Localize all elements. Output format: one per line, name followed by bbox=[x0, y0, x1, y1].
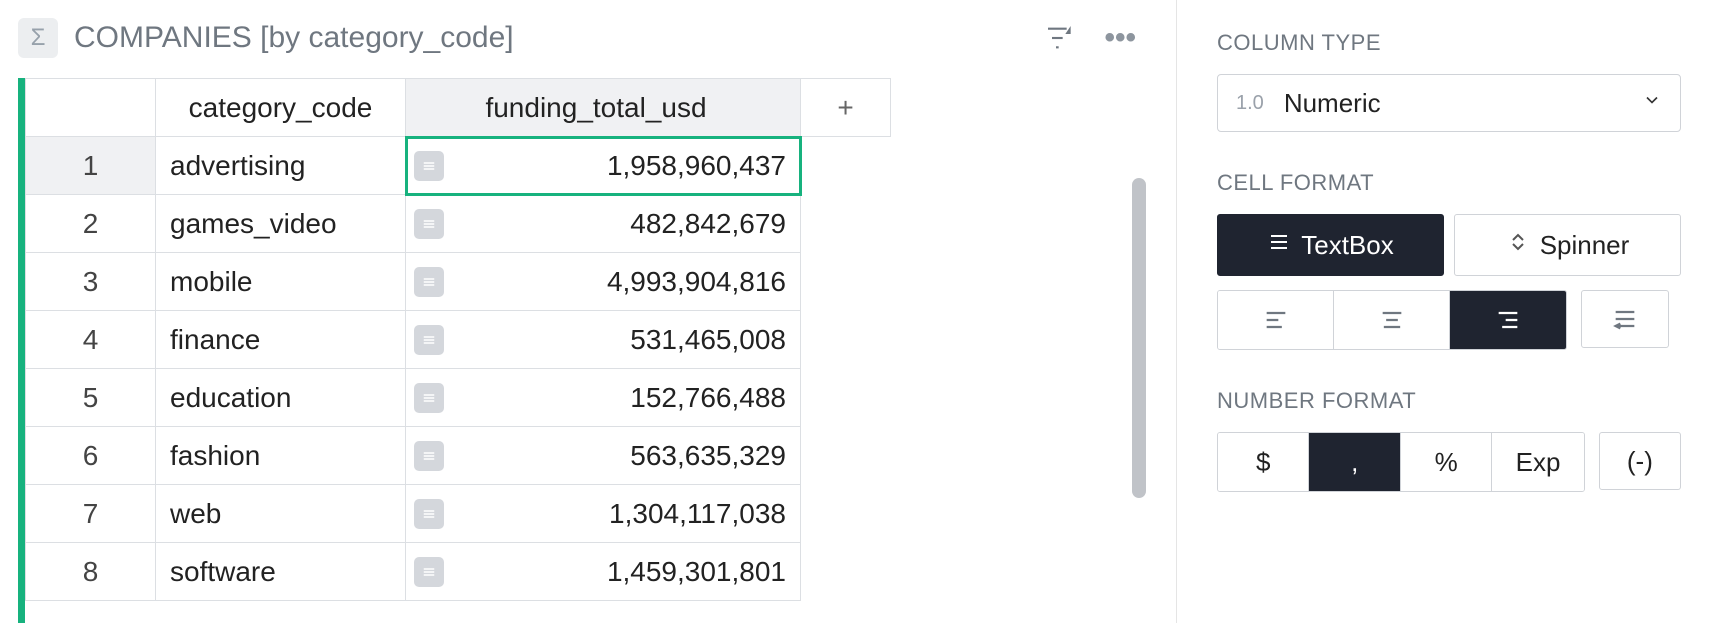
cell-category[interactable]: fashion bbox=[156, 427, 406, 485]
table-row[interactable]: 1advertising1,958,960,437 bbox=[26, 137, 891, 195]
cell-funding[interactable]: 1,304,117,038 bbox=[406, 485, 801, 543]
column-header-category[interactable]: category_code bbox=[156, 79, 406, 137]
table-row[interactable]: 5education152,766,488 bbox=[26, 369, 891, 427]
row-number[interactable]: 6 bbox=[26, 427, 156, 485]
row-detail-icon[interactable] bbox=[414, 151, 444, 181]
cell-funding[interactable]: 563,635,329 bbox=[406, 427, 801, 485]
row-detail-icon[interactable] bbox=[414, 383, 444, 413]
cell-category[interactable]: finance bbox=[156, 311, 406, 369]
table-row[interactable]: 8software1,459,301,801 bbox=[26, 543, 891, 601]
cell-category[interactable]: web bbox=[156, 485, 406, 543]
row-detail-icon[interactable] bbox=[414, 267, 444, 297]
row-number[interactable]: 4 bbox=[26, 311, 156, 369]
row-detail-icon[interactable] bbox=[414, 557, 444, 587]
cell-format-textbox[interactable]: TextBox bbox=[1217, 214, 1444, 276]
column-header-funding[interactable]: funding_total_usd bbox=[406, 79, 801, 137]
chevron-down-icon bbox=[1642, 90, 1662, 116]
table-row[interactable]: 3mobile4,993,904,816 bbox=[26, 253, 891, 311]
cell-funding[interactable]: 1,958,960,437 bbox=[406, 137, 801, 195]
numfmt-exponent-button[interactable]: Exp bbox=[1492, 433, 1583, 491]
cell-funding[interactable]: 152,766,488 bbox=[406, 369, 801, 427]
cell-funding[interactable]: 1,459,301,801 bbox=[406, 543, 801, 601]
cell-format-label: CELL FORMAT bbox=[1217, 170, 1681, 196]
spinner-icon bbox=[1506, 230, 1530, 261]
table-row[interactable]: 2games_video482,842,679 bbox=[26, 195, 891, 253]
column-type-value: Numeric bbox=[1284, 88, 1381, 119]
cell-funding[interactable]: 4,993,904,816 bbox=[406, 253, 801, 311]
numfmt-currency-button[interactable]: $ bbox=[1218, 433, 1309, 491]
table-row[interactable]: 6fashion563,635,329 bbox=[26, 427, 891, 485]
align-right-button[interactable] bbox=[1450, 291, 1566, 349]
filter-icon[interactable] bbox=[1044, 22, 1076, 54]
row-number[interactable]: 7 bbox=[26, 485, 156, 543]
row-detail-icon[interactable] bbox=[414, 209, 444, 239]
row-detail-icon[interactable] bbox=[414, 499, 444, 529]
align-left-button[interactable] bbox=[1218, 291, 1334, 349]
pane-header: Σ COMPANIES [by category_code] ••• bbox=[18, 18, 1176, 58]
cell-category[interactable]: education bbox=[156, 369, 406, 427]
column-type-label: COLUMN TYPE bbox=[1217, 30, 1681, 56]
number-format-label: NUMBER FORMAT bbox=[1217, 388, 1681, 414]
data-grid: category_code funding_total_usd + 1adver… bbox=[18, 78, 1176, 623]
cell-category[interactable]: advertising bbox=[156, 137, 406, 195]
add-column-button[interactable]: + bbox=[801, 79, 891, 137]
row-detail-icon[interactable] bbox=[414, 325, 444, 355]
row-number[interactable]: 1 bbox=[26, 137, 156, 195]
sigma-icon: Σ bbox=[18, 18, 58, 58]
table-row[interactable]: 7web1,304,117,038 bbox=[26, 485, 891, 543]
numfmt-percent-button[interactable]: % bbox=[1401, 433, 1492, 491]
cell-category[interactable]: software bbox=[156, 543, 406, 601]
vertical-scrollbar[interactable] bbox=[1132, 178, 1146, 498]
table-row[interactable]: 4finance531,465,008 bbox=[26, 311, 891, 369]
cell-category[interactable]: games_video bbox=[156, 195, 406, 253]
properties-panel: COLUMN TYPE 1.0 Numeric CELL FORMAT Text… bbox=[1176, 0, 1721, 623]
more-icon[interactable]: ••• bbox=[1104, 21, 1136, 55]
textbox-icon bbox=[1267, 230, 1291, 261]
cell-category[interactable]: mobile bbox=[156, 253, 406, 311]
align-center-button[interactable] bbox=[1334, 291, 1450, 349]
cell-funding[interactable]: 482,842,679 bbox=[406, 195, 801, 253]
row-detail-icon[interactable] bbox=[414, 441, 444, 471]
row-number[interactable]: 3 bbox=[26, 253, 156, 311]
cell-format-spinner[interactable]: Spinner bbox=[1454, 214, 1681, 276]
column-type-select[interactable]: 1.0 Numeric bbox=[1217, 74, 1681, 132]
row-number[interactable]: 5 bbox=[26, 369, 156, 427]
wrap-text-button[interactable] bbox=[1581, 290, 1669, 348]
table-title: COMPANIES [by category_code] bbox=[74, 21, 1028, 55]
cell-funding[interactable]: 531,465,008 bbox=[406, 311, 801, 369]
numfmt-parentheses-button[interactable]: (-) bbox=[1599, 432, 1681, 490]
numeric-type-icon: 1.0 bbox=[1236, 92, 1264, 115]
numfmt-thousands-button[interactable]: , bbox=[1309, 433, 1400, 491]
row-number[interactable]: 2 bbox=[26, 195, 156, 253]
column-header-rownum[interactable] bbox=[26, 79, 156, 137]
row-number[interactable]: 8 bbox=[26, 543, 156, 601]
